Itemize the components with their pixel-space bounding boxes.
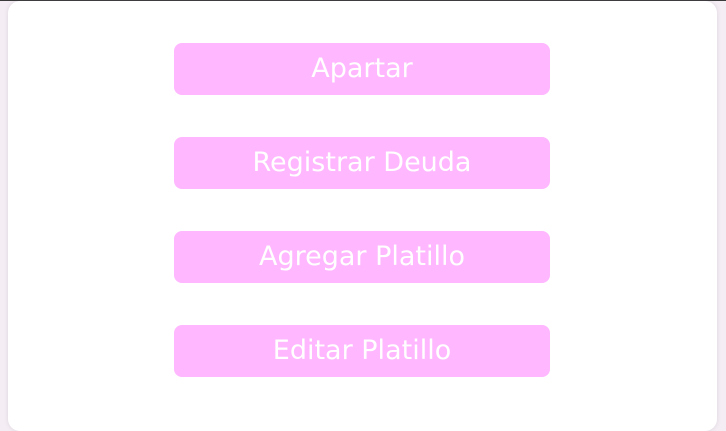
apartar-button[interactable]: Apartar xyxy=(174,43,550,95)
menu-card: Apartar Registrar Deuda Agregar Platillo… xyxy=(8,1,717,431)
agregar-platillo-button[interactable]: Agregar Platillo xyxy=(174,231,550,283)
editar-platillo-button[interactable]: Editar Platillo xyxy=(174,325,550,377)
registrar-deuda-button[interactable]: Registrar Deuda xyxy=(174,137,550,189)
